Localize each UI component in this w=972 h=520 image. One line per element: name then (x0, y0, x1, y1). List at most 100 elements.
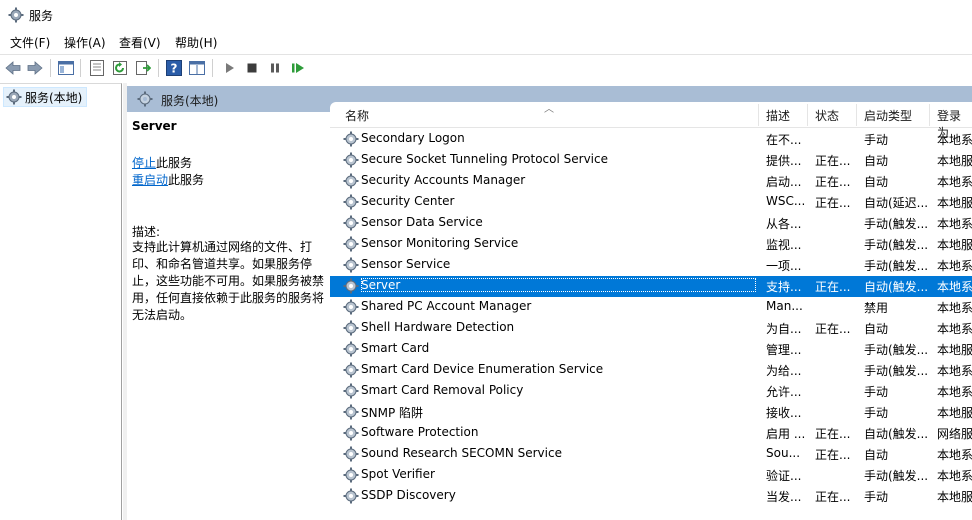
service-gear-icon (343, 257, 359, 273)
service-description: Sou... (766, 446, 801, 460)
refresh-icon[interactable] (111, 59, 129, 77)
help-icon[interactable]: ? (165, 59, 183, 77)
service-startup-type: 手动(触发... (864, 259, 928, 273)
console-tree: 服务(本地) (0, 83, 122, 520)
service-startup-type: 手动 (864, 406, 889, 420)
service-description: 一项... (766, 259, 802, 273)
service-row[interactable]: Shared PC Account Manager Man... 禁用 本地系 (330, 297, 972, 318)
service-startup-type: 手动(触发... (864, 217, 928, 231)
column-status[interactable]: 状态 (815, 107, 839, 124)
service-log-on-as: 本地服 (937, 196, 972, 210)
service-description: 在不... (766, 133, 802, 147)
service-name: Secondary Logon (361, 131, 465, 145)
service-startup-type: 自动 (864, 448, 889, 462)
menu-action[interactable]: 操作(A) (62, 34, 108, 51)
service-gear-icon (343, 215, 359, 231)
service-gear-icon (343, 194, 359, 210)
services-gear-icon (137, 91, 153, 107)
service-startup-type: 手动 (864, 133, 889, 147)
export-list-icon[interactable] (134, 59, 152, 77)
service-row[interactable]: Smart Card Removal Policy 允许... 手动 本地系 (330, 381, 972, 402)
service-description: 验证... (766, 469, 802, 483)
service-name: Smart Card (361, 341, 430, 355)
service-status: 正在... (815, 490, 851, 504)
column-name[interactable]: 名称 (345, 107, 369, 124)
stop-service-action: 停止此服务 (132, 154, 192, 171)
service-gear-icon (343, 236, 359, 252)
service-row[interactable]: Secondary Logon 在不... 手动 本地系 (330, 129, 972, 150)
service-gear-icon (343, 362, 359, 378)
service-name: Shell Hardware Detection (361, 320, 515, 334)
service-row[interactable]: Secure Socket Tunneling Protocol Service… (330, 150, 972, 171)
service-log-on-as: 本地系 (937, 469, 972, 483)
services-gear-icon (6, 89, 22, 105)
service-log-on-as: 本地系 (937, 133, 972, 147)
service-gear-icon (343, 425, 359, 441)
service-startup-type: 自动(触发... (864, 280, 928, 294)
service-log-on-as: 本地系 (937, 217, 972, 231)
column-description[interactable]: 描述 (766, 107, 790, 124)
service-description: 为给... (766, 364, 802, 378)
service-log-on-as: 本地服 (937, 406, 972, 420)
service-gear-icon (343, 404, 359, 420)
service-row[interactable]: Smart Card Device Enumeration Service 为给.… (330, 360, 972, 381)
service-description: 接收... (766, 406, 802, 420)
service-name: Sensor Data Service (361, 215, 483, 229)
service-startup-type: 自动 (864, 322, 889, 336)
service-gear-icon (343, 299, 359, 315)
description-label: 描述: (132, 225, 161, 239)
service-row[interactable]: Spot Verifier 验证... 手动(触发... 本地系 (330, 465, 972, 486)
service-log-on-as: 本地服 (937, 490, 972, 504)
service-name: Smart Card Device Enumeration Service (361, 362, 604, 376)
service-row[interactable]: Shell Hardware Detection 为自... 正在... 自动 本地系 (330, 318, 972, 339)
service-name: Smart Card Removal Policy (361, 383, 524, 397)
service-row[interactable]: Security Accounts Manager 启动... 正在... 自动 本地系 (330, 171, 972, 192)
menu-file[interactable]: 文件(F) (8, 34, 52, 51)
service-row[interactable]: Smart Card 管理... 手动(触发... 本地服 (330, 339, 972, 360)
pause-service-icon[interactable] (266, 59, 284, 77)
column-header-row: ︿ 名称 描述 状态 启动类型 登录为 (330, 102, 972, 140)
column-startup-type[interactable]: 启动类型 (864, 107, 912, 124)
service-name: Sound Research SECOMN Service (361, 446, 562, 460)
service-row[interactable]: Sensor Data Service 从各... 手动(触发... 本地系 (330, 213, 972, 234)
menu-view[interactable]: 查看(V) (117, 34, 163, 51)
console-tree-icon[interactable] (57, 59, 75, 77)
stop-service-link[interactable]: 停止 (132, 156, 156, 170)
service-gear-icon (343, 446, 359, 462)
service-name: Shared PC Account Manager (361, 299, 532, 313)
restart-service-icon[interactable] (289, 59, 307, 77)
service-row[interactable]: SSDP Discovery 当发... 正在... 手动 本地服 (330, 486, 972, 507)
service-log-on-as: 本地服 (937, 343, 972, 357)
service-log-on-as: 本地服 (937, 154, 972, 168)
description-text: 支持此计算机通过网络的文件、打印、和命名管道共享。如果服务停止，这些功能不可用。… (132, 240, 325, 322)
service-row[interactable]: Sound Research SECOMN Service Sou... 正在...… (330, 444, 972, 465)
service-startup-type: 手动 (864, 385, 889, 399)
service-status: 正在... (815, 196, 851, 210)
service-row[interactable]: Sensor Monitoring Service 监视... 手动(触发... 本地… (330, 234, 972, 255)
properties-icon[interactable] (88, 59, 106, 77)
restart-service-link[interactable]: 重启动 (132, 173, 168, 187)
sort-ascending-icon: ︿ (544, 104, 554, 115)
back-arrow-icon[interactable] (4, 59, 22, 77)
service-row[interactable]: Security Center WSC... 正在... 自动(延迟... 本地服 (330, 192, 972, 213)
tree-node-services-local[interactable]: 服务(本地) (3, 87, 87, 107)
services-gear-icon (8, 7, 24, 23)
menu-bar: 文件(F) 操作(A) 查看(V) 帮助(H) (0, 31, 972, 53)
menu-help[interactable]: 帮助(H) (173, 34, 219, 51)
service-gear-icon (343, 152, 359, 168)
service-startup-type: 禁用 (864, 301, 889, 315)
details-pane: 服务(本地) Server 停止此服务 重启动此服务 描述: 支持此计算机通过网… (127, 86, 972, 520)
service-status: 正在... (815, 322, 851, 336)
service-row[interactable]: Server 支持... 正在... 自动(触发... 本地系 (330, 276, 972, 297)
stop-service-icon[interactable] (243, 59, 261, 77)
service-name: SSDP Discovery (361, 488, 456, 502)
service-rows: Secondary Logon 在不... 手动 本地系 Secure Socket T… (330, 129, 972, 507)
service-row[interactable]: Sensor Service 一项... 手动(触发... 本地系 (330, 255, 972, 276)
service-row[interactable]: SNMP 陷阱 接收... 手动 本地服 (330, 402, 972, 423)
forward-arrow-icon[interactable] (26, 59, 44, 77)
service-row[interactable]: Software Protection 启用 ... 正在... 自动(触发... 网络… (330, 423, 972, 444)
service-gear-icon (343, 131, 359, 147)
toolbar: ? (0, 54, 972, 80)
show-hide-pane-icon[interactable] (188, 59, 206, 77)
start-service-icon[interactable] (220, 59, 238, 77)
